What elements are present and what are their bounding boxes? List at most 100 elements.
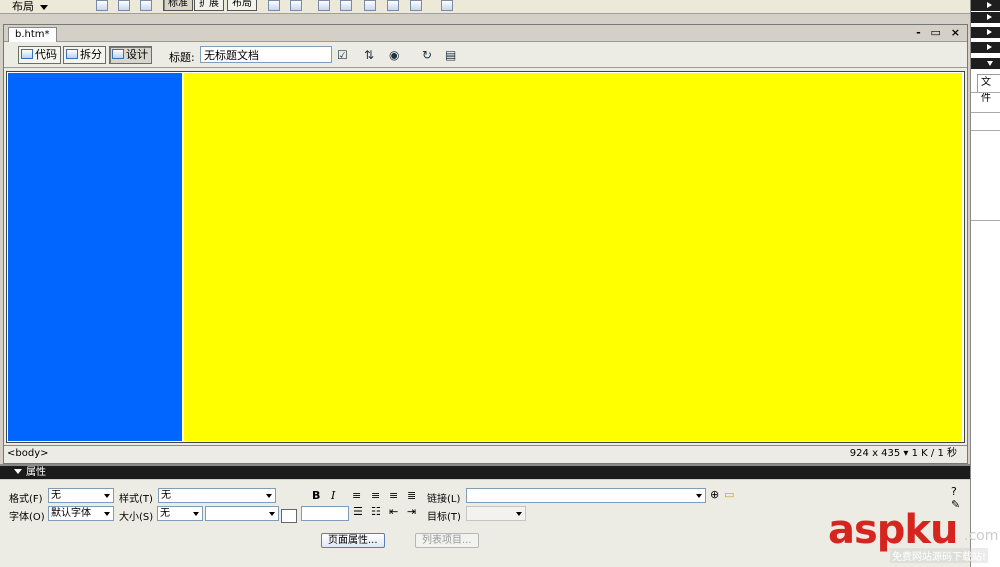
- split-icon: [66, 49, 78, 59]
- file-management-icon[interactable]: ⇅: [364, 48, 374, 62]
- mode-layout-button[interactable]: 布局: [227, 0, 257, 11]
- status-bar: <body> 924 x 435 ▾ 1 K / 1 秒: [4, 445, 967, 462]
- blue-div[interactable]: [8, 73, 182, 441]
- layout-cell-icon[interactable]: [290, 0, 302, 11]
- files-tab[interactable]: 文件: [977, 74, 1000, 104]
- design-canvas[interactable]: [6, 71, 965, 443]
- watermark-logo: aspku: [828, 507, 959, 553]
- layer-icon[interactable]: [140, 0, 152, 11]
- spry-icon[interactable]: [441, 0, 453, 11]
- chevron-down-icon: [516, 512, 522, 516]
- ordered-list-icon[interactable]: ☷: [371, 505, 381, 518]
- right-panel-group: 文件: [970, 0, 1000, 567]
- align-justify-icon[interactable]: ≣: [407, 489, 416, 502]
- list-items-button[interactable]: 列表项目...: [415, 533, 479, 548]
- outdent-icon[interactable]: ⇤: [389, 505, 398, 518]
- size-value: 无: [160, 508, 170, 519]
- refresh-icon[interactable]: ↻: [422, 48, 432, 62]
- mode-expanded-button[interactable]: 扩展: [194, 0, 224, 11]
- iframe-icon[interactable]: [340, 0, 352, 11]
- size-select[interactable]: 无: [157, 506, 203, 521]
- collapse-arrow-icon: [14, 469, 22, 474]
- chevron-down-icon: [104, 494, 110, 498]
- expand-arrow-icon: [987, 29, 992, 35]
- window-size-info[interactable]: 924 x 435 ▾ 1 K / 1 秒: [850, 446, 957, 461]
- unordered-list-icon[interactable]: ☰: [353, 505, 363, 518]
- link-label: 链接(L): [427, 494, 461, 505]
- link-input[interactable]: [466, 488, 706, 503]
- panel-header-2[interactable]: [971, 12, 1000, 23]
- watermark-tagline: 免费网站源码下载站!: [890, 548, 989, 563]
- ap-div-icon[interactable]: [387, 0, 399, 11]
- design-view-label: 设计: [126, 48, 148, 61]
- code-view-label: 代码: [35, 48, 57, 61]
- frames-icon[interactable]: [410, 0, 422, 11]
- align-right-icon[interactable]: ≡: [389, 489, 398, 502]
- help-icon[interactable]: ?: [951, 485, 957, 498]
- watermark-domain: .com: [964, 528, 999, 544]
- expand-arrow-icon: [987, 2, 992, 8]
- layout-table-icon[interactable]: [268, 0, 280, 11]
- divider: [971, 92, 1000, 93]
- target-select[interactable]: [466, 506, 526, 521]
- code-icon: [21, 49, 33, 59]
- design-view-button[interactable]: 设计: [109, 46, 152, 64]
- expand-arrow-icon: [987, 14, 992, 20]
- chevron-down-icon: [193, 512, 199, 516]
- style-label: 样式(T): [119, 494, 153, 505]
- validate-icon[interactable]: ☑: [337, 48, 348, 62]
- align-center-icon[interactable]: ≡: [371, 489, 380, 502]
- size-label: 大小(S): [119, 512, 154, 523]
- title-label: 标题:: [169, 51, 195, 64]
- font-value: 默认字体: [51, 508, 91, 519]
- layout-label: 布局: [12, 0, 34, 13]
- panel-header-4[interactable]: [971, 42, 1000, 53]
- format-select[interactable]: 无: [48, 488, 114, 503]
- chevron-down-icon: [104, 512, 110, 516]
- tag-selector[interactable]: <body>: [7, 446, 49, 461]
- panel-header-files[interactable]: [971, 58, 1000, 69]
- point-to-file-icon[interactable]: ⊕: [710, 488, 719, 501]
- window-controls[interactable]: - ▭ ×: [916, 26, 963, 39]
- design-icon: [112, 49, 124, 59]
- table-icon[interactable]: [96, 0, 108, 11]
- split-view-button[interactable]: 拆分: [63, 46, 106, 64]
- text-color-input[interactable]: [301, 506, 349, 521]
- bold-button[interactable]: B: [312, 489, 320, 502]
- yellow-div[interactable]: [184, 73, 962, 441]
- div-icon[interactable]: [364, 0, 376, 11]
- properties-panel: 格式(F) 无 样式(T) 无 B I ≡ ≡ ≡ ≣ 链接(L) ⊕ ▭ ? …: [0, 479, 970, 567]
- expand-arrow-icon: [987, 44, 992, 50]
- split-view-label: 拆分: [80, 48, 102, 61]
- chevron-down-icon: [40, 4, 48, 10]
- insert-toolbar: 布局 标准 扩展 布局: [0, 0, 970, 14]
- font-select[interactable]: 默认字体: [48, 506, 114, 521]
- preview-browser-icon[interactable]: ◉: [389, 48, 399, 62]
- italic-button[interactable]: I: [331, 489, 335, 502]
- panel-header-1[interactable]: [971, 0, 1000, 11]
- style-select[interactable]: 无: [158, 488, 276, 503]
- size-unit-select[interactable]: [205, 506, 279, 521]
- style-value: 无: [161, 490, 171, 501]
- page-properties-button[interactable]: 页面属性...: [321, 533, 385, 548]
- document-tab[interactable]: b.htm*: [8, 27, 57, 43]
- document-window: b.htm* - ▭ × 代码 拆分 设计 标题: ☑ ⇅ ◉ ↻ ▤ <bod…: [3, 24, 968, 464]
- document-tab-strip: b.htm* - ▭ ×: [4, 25, 967, 43]
- divider: [971, 112, 1000, 113]
- chevron-down-icon: [266, 494, 272, 498]
- view-options-icon[interactable]: ▤: [445, 48, 456, 62]
- table-layout-icon[interactable]: [118, 0, 130, 11]
- layout-menu[interactable]: 布局: [12, 0, 48, 14]
- code-view-button[interactable]: 代码: [18, 46, 61, 64]
- text-color-swatch[interactable]: [281, 509, 297, 523]
- font-label: 字体(O): [9, 512, 45, 523]
- panel-header-3[interactable]: [971, 27, 1000, 38]
- frame-icon[interactable]: [318, 0, 330, 11]
- properties-header[interactable]: 属性: [0, 466, 970, 479]
- target-label: 目标(T): [427, 512, 461, 523]
- folder-icon[interactable]: ▭: [724, 488, 734, 501]
- mode-standard-button[interactable]: 标准: [163, 0, 193, 11]
- title-input[interactable]: [200, 46, 332, 63]
- indent-icon[interactable]: ⇥: [407, 505, 416, 518]
- align-left-icon[interactable]: ≡: [352, 489, 361, 502]
